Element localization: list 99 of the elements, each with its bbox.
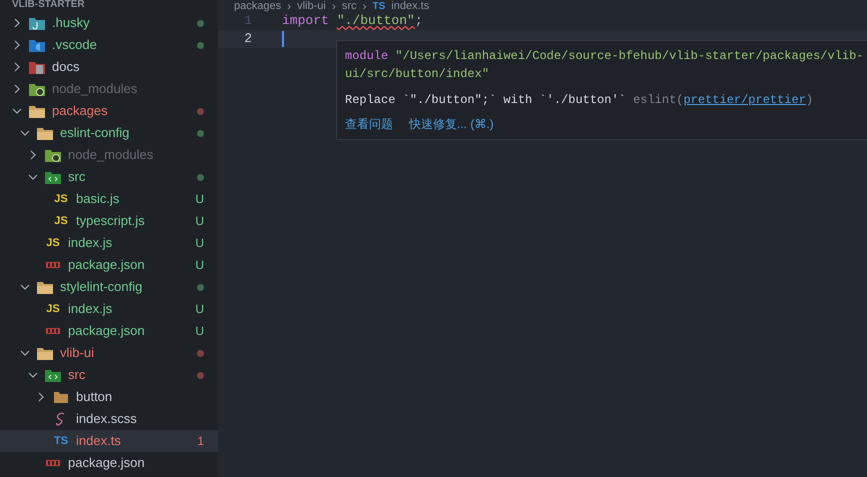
file-name: basic.js [76,190,120,208]
npm-icon [46,328,60,334]
chevron-right-icon[interactable] [28,150,38,160]
breadcrumb-item[interactable]: vlib-ui [297,0,326,14]
chevron-right-icon[interactable] [12,62,22,72]
file-name: node_modules [52,80,138,98]
file-name: package.json [68,454,145,472]
rule-link[interactable]: prettier/prettier [683,93,806,107]
code-string: "./button" [336,12,415,30]
status-label: U [195,323,204,340]
lint-message: Replace `"./button";` with `'./button'` eslint(prettier/prettier) [345,92,814,109]
status-label: U [195,191,204,208]
folder-icon [45,368,61,382]
npm-icon [46,460,60,466]
file-name: vlib-ui [60,344,94,362]
text-cursor [282,31,284,47]
chevron-down-icon[interactable] [28,370,38,380]
status-label: 1 [197,433,204,450]
file-name: node_modules [68,146,154,164]
chevron-right-icon[interactable] [12,18,22,28]
code-punctuation: ; [414,12,423,30]
tree-item[interactable]: TS index.ts 1 [0,430,218,452]
tree-item[interactable]: .vscode [0,34,218,56]
folder-icon [29,60,45,74]
chevron-right-icon[interactable] [36,392,46,402]
file-name: index.scss [76,410,137,428]
file-name: src [68,366,86,384]
folder-icon [37,280,53,294]
file-name: docs [52,58,80,76]
file-type-label: TS [372,0,386,14]
breadcrumb-item[interactable]: index.ts [391,0,430,14]
tree-item[interactable]: package.json [0,452,218,474]
folder-icon [29,82,45,96]
chevron-down-icon[interactable] [20,128,30,138]
breadcrumb-separator: › [362,0,366,14]
file-name: src [68,168,86,186]
file-name: package.json [68,322,145,340]
file-type-label: JS [54,194,68,204]
folder-icon [29,38,45,52]
module-path: module "/Users/lianhaiwei/Code/source-bfehub/vlib-starter/packages/vlib-ui/src/button/index" [345,48,864,83]
file-name: .vscode [52,36,97,54]
file-name: index.ts [76,432,121,450]
folder-icon [29,16,45,30]
tree-item[interactable]: package.json U [0,320,218,342]
chevron-down-icon[interactable] [28,172,38,182]
file-name: .husky [52,14,90,32]
status-label: U [195,213,204,230]
breadcrumb-item[interactable]: src [342,0,356,14]
npm-icon [46,262,60,268]
tree-item[interactable]: .husky [0,12,218,34]
file-type-label: TS [54,436,68,446]
file-name: package.json [68,256,145,274]
tree-item[interactable]: JS index.js U [0,232,218,254]
tree-item[interactable]: eslint-config [0,122,218,144]
chevron-down-icon[interactable] [20,282,30,292]
tree-item[interactable]: vlib-ui [0,342,218,364]
chevron-right-icon[interactable] [12,40,22,50]
folder-icon [54,391,68,403]
folder-icon [37,346,53,360]
breadcrumb-separator: › [332,0,336,15]
tree-item[interactable]: stylelint-config [0,276,218,298]
status-label: U [195,301,204,318]
tree-item[interactable]: docs [0,56,218,78]
tree-item[interactable]: package.json U [0,254,218,276]
breadcrumb-separator: › [287,0,292,14]
status-label: U [195,235,204,252]
file-name: index.js [68,300,112,318]
breadcrumb-item[interactable]: packages [234,0,282,14]
hover-action-link[interactable]: 查看问题 [345,115,393,133]
status-label: U [195,257,204,274]
file-type-label: JS [54,216,68,226]
file-name: index.js [68,234,112,252]
tree-item[interactable]: packages [0,100,218,122]
file-type-label: JS [46,304,60,314]
folder-icon [45,170,61,184]
tree-item[interactable]: src [0,166,218,188]
chevron-down-icon[interactable] [12,106,22,116]
tree-item[interactable]: index.scss [0,408,218,430]
line-number: 2 [243,30,253,48]
tree-item[interactable]: JS typescript.js U [0,210,218,232]
explorer-title: VLIB-STARTER [11,0,86,12]
folder-icon [45,148,61,162]
file-type-label: JS [46,238,60,248]
folder-icon [29,104,45,118]
tree-item[interactable]: src [0,364,218,386]
code-keyword: import [282,12,329,30]
file-name: typescript.js [76,212,145,230]
file-name: stylelint-config [60,278,142,296]
file-name: eslint-config [60,124,130,142]
tree-item[interactable]: JS index.js U [0,298,218,320]
tree-item[interactable]: JS basic.js U [0,188,218,210]
file-name: button [76,388,112,406]
file-name: packages [52,102,108,120]
sass-icon [55,412,67,426]
tree-item[interactable]: button [0,386,218,408]
folder-icon [37,126,53,140]
chevron-down-icon[interactable] [20,348,30,358]
hover-action-link[interactable]: 快速修复... (⌘.) [409,115,494,133]
chevron-right-icon[interactable] [12,84,22,94]
